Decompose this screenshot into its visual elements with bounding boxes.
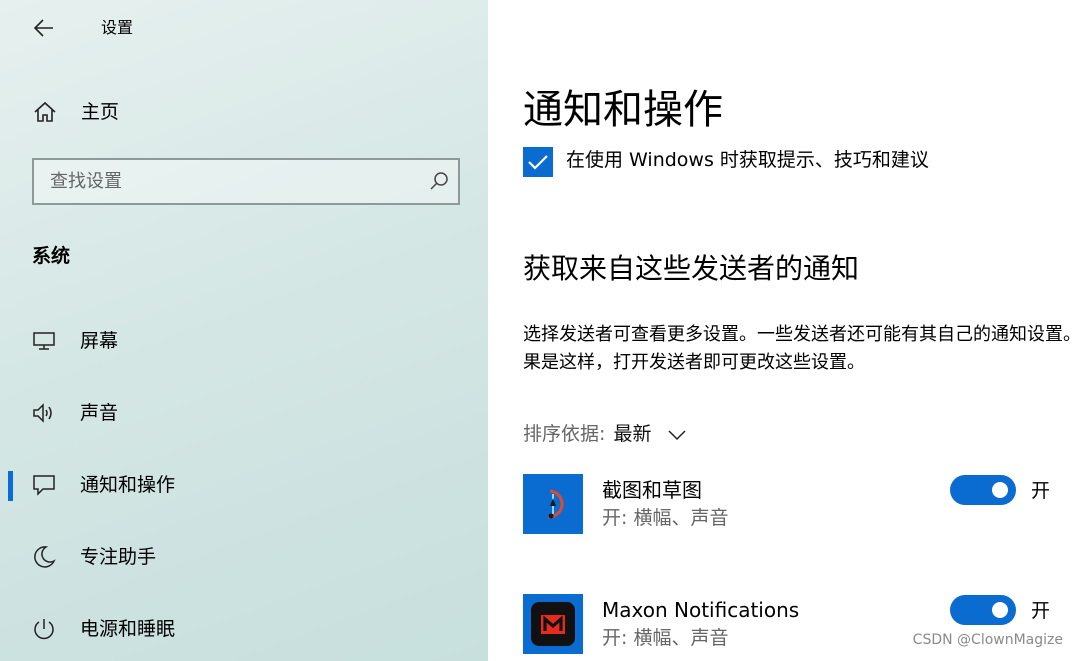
home-nav-item[interactable]: 主页 <box>0 92 488 132</box>
sidebar-item-label: 专注助手 <box>80 546 157 568</box>
main-content: 通知和操作 在使用 Windows 时获取提示、技巧和建议 获取来自这些发送者的… <box>488 0 1077 661</box>
search-input[interactable] <box>34 160 414 203</box>
notification-icon <box>31 472 57 498</box>
app-status: 开: 横幅、声音 <box>602 507 729 529</box>
app-name: 截图和草图 <box>602 478 702 502</box>
sort-value: 最新 <box>613 423 652 445</box>
checkmark-icon <box>528 155 548 170</box>
senders-description: 选择发送者可查看更多设置。一些发送者还可能有其自己的通知设置。如 果是这样，打开… <box>523 324 1077 373</box>
notification-toggle[interactable] <box>950 475 1016 505</box>
chevron-down-icon <box>667 422 686 448</box>
sidebar-item-display[interactable]: 屏幕 <box>0 315 488 367</box>
sidebar-item-notifications[interactable]: 通知和操作 <box>0 459 488 511</box>
sidebar-item-label: 通知和操作 <box>80 474 176 496</box>
watermark: CSDN @ClownMagize <box>912 632 1063 648</box>
toggle-knob <box>992 602 1008 618</box>
search-box[interactable] <box>32 158 460 205</box>
sidebar-item-label: 电源和睡眠 <box>80 618 176 640</box>
sidebar: 设置 主页 系统 屏幕 声音 通知和操作 专注助手 <box>0 0 488 661</box>
senders-heading: 获取来自这些发送者的通知 <box>523 252 860 285</box>
sort-label: 排序依据: <box>523 423 606 445</box>
power-icon <box>31 616 57 642</box>
home-label: 主页 <box>81 101 120 123</box>
monitor-icon <box>31 328 57 354</box>
tips-checkbox[interactable] <box>523 147 553 177</box>
page-title: 通知和操作 <box>523 87 723 133</box>
app-status: 开: 横幅、声音 <box>602 627 729 649</box>
sidebar-item-sound[interactable]: 声音 <box>0 387 488 439</box>
sort-dropdown[interactable]: 排序依据: 最新 <box>523 421 686 449</box>
tips-checkbox-label: 在使用 Windows 时获取提示、技巧和建议 <box>566 149 929 171</box>
home-icon <box>33 100 57 128</box>
sidebar-item-label: 屏幕 <box>80 330 119 352</box>
sidebar-item-power[interactable]: 电源和睡眠 <box>0 603 488 655</box>
section-title: 系统 <box>32 245 71 267</box>
toggle-label: 开 <box>1031 600 1051 622</box>
back-arrow-icon[interactable] <box>30 14 58 42</box>
maxon-icon <box>523 594 583 654</box>
app-row-snip-sketch[interactable]: 截图和草图 开: 横幅、声音 开 <box>523 474 1077 536</box>
moon-icon <box>31 544 57 570</box>
speaker-icon <box>31 400 57 426</box>
search-icon[interactable] <box>428 170 450 196</box>
toggle-label: 开 <box>1031 480 1051 502</box>
active-indicator <box>8 471 13 501</box>
notification-toggle[interactable] <box>950 595 1016 625</box>
app-name: Maxon Notifications <box>602 598 800 622</box>
window-title: 设置 <box>101 18 134 37</box>
sidebar-item-focus-assist[interactable]: 专注助手 <box>0 531 488 583</box>
toggle-knob <box>992 482 1008 498</box>
sidebar-item-label: 声音 <box>80 402 119 424</box>
snip-sketch-icon <box>523 474 583 534</box>
